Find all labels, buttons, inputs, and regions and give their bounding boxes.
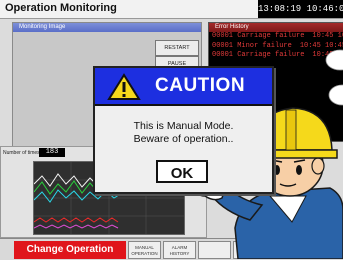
ok-button[interactable]: OK [156,160,208,183]
dialog-message-line1: This is Manual Mode. [133,120,234,132]
caution-dialog: CAUTION This is Manual Mode. Beware of o… [93,66,274,194]
dialog-title: CAUTION [155,75,246,96]
dialog-message-line2: Beware of operation.. [133,133,234,145]
caution-dialog-header: CAUTION [95,68,272,106]
warning-icon [107,73,141,100]
dialog-message: This is Manual Mode. Beware of operation… [95,120,272,146]
